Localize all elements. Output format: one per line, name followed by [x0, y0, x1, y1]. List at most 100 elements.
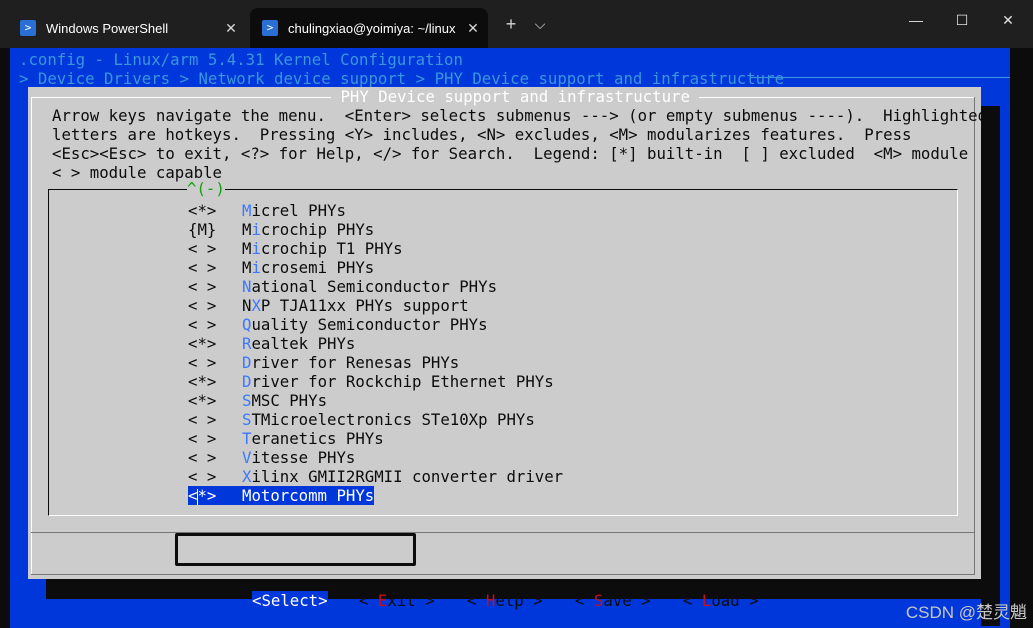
menu-item-label: SMSC PHYs [242, 391, 327, 410]
menu-item-text: uality Semiconductor PHYs [251, 315, 488, 334]
breadcrumb: > Device Drivers > Network device suppor… [19, 69, 794, 88]
dialog-border [31, 97, 331, 98]
menu-item-text: MSC PHYs [251, 391, 328, 410]
button-separator [31, 532, 975, 533]
menu-item[interactable]: < > National Semiconductor PHYs [188, 277, 497, 296]
menuconfig-dialog: PHY Device support and infrastructure Ar… [28, 87, 987, 610]
title-bar: > Windows PowerShell ✕ > chulingxiao@yoi… [0, 0, 1033, 48]
close-tab-icon[interactable]: ✕ [458, 20, 488, 37]
menu-item-state[interactable]: < > [188, 296, 242, 315]
menu-item-text: crochip T1 PHYs [260, 239, 403, 258]
menu-item-text: ilinx GMII2RGMII converter driver [251, 467, 564, 486]
menu-item-label: Driver for Rockchip Ethernet PHYs [242, 372, 554, 391]
menu-item-text: ealtek PHYs [251, 334, 356, 353]
menu-item-label: NXP TJA11xx PHYs support [242, 296, 469, 315]
menu-item-label: Quality Semiconductor PHYs [242, 315, 488, 334]
menu-item-text: P TJA11xx PHYs support [260, 296, 469, 315]
button-label: ave > [603, 591, 651, 610]
menu-item[interactable]: <*> Motorcomm PHYs [188, 486, 375, 505]
menu-item[interactable]: < > Xilinx GMII2RGMII converter driver [188, 467, 563, 486]
button-hotkey: S [261, 591, 271, 610]
dialog-border [31, 574, 975, 575]
window-edge [1010, 48, 1033, 628]
button-label: elp > [495, 591, 543, 610]
menu-item[interactable]: <*> Realtek PHYs [188, 334, 355, 353]
menu-item-hotkey: X [251, 296, 261, 315]
menu-item[interactable]: < > Quality Semiconductor PHYs [188, 315, 488, 334]
menu-item[interactable]: < > Teranetics PHYs [188, 429, 384, 448]
help-button[interactable]: < Help > [467, 591, 543, 610]
menu-item-state[interactable]: < > [188, 467, 242, 486]
menu-item-state[interactable]: < > [188, 410, 242, 429]
dialog-border [668, 97, 975, 98]
menu-item[interactable]: < > NXP TJA11xx PHYs support [188, 296, 469, 315]
menu-item-state[interactable]: < > [188, 429, 242, 448]
menu-item-state[interactable]: < > [188, 353, 242, 372]
button-label: oad > [711, 591, 759, 610]
menu-item-text: river for Rockchip Ethernet PHYs [251, 372, 554, 391]
menu-item[interactable]: <*> SMSC PHYs [188, 391, 327, 410]
menu-item-label: Microchip PHYs [242, 220, 374, 239]
menu-item-state[interactable]: < > [188, 277, 242, 296]
new-tab-button[interactable]: + [496, 8, 526, 40]
menu-item-state[interactable]: <*> [188, 486, 242, 505]
menu-item-label: Driver for Renesas PHYs [242, 353, 459, 372]
tab-dropdown-button[interactable]: ⌵ [528, 8, 552, 40]
menu-item-label: Xilinx GMII2RGMII converter driver [242, 467, 563, 486]
menu-item[interactable]: <*> Micrel PHYs [188, 201, 346, 220]
menu-item-text: ational Semiconductor PHYs [251, 277, 498, 296]
button-bracket: < [683, 591, 702, 610]
menu-item[interactable]: < > Microsemi PHYs [188, 258, 374, 277]
exit-button[interactable]: < Exit > [359, 591, 435, 610]
menu-item[interactable]: < > Driver for Renesas PHYs [188, 353, 459, 372]
annotation-highlight-box [175, 533, 416, 566]
scroll-up-indicator[interactable]: ^(-) [187, 179, 225, 198]
menu-item-hotkey: i [251, 239, 261, 258]
menu-item-state[interactable]: < > [188, 258, 242, 277]
config-title: .config - Linux/arm 5.4.31 Kernel Config… [19, 50, 463, 69]
dialog-shadow [981, 106, 1000, 626]
menu-item[interactable]: < > STMicroelectronics STe10Xp PHYs [188, 410, 535, 429]
watermark: CSDN @楚灵魈 [905, 603, 1027, 622]
minimize-button[interactable]: — [893, 0, 939, 40]
menu-item-text: itesse PHYs [251, 448, 356, 467]
menu-item-state[interactable]: <*> [188, 334, 242, 353]
menu-item-text: icrel PHYs [251, 201, 346, 220]
menu-item-state[interactable]: <*> [188, 201, 242, 220]
breadcrumb-rule [750, 77, 1010, 78]
load-button[interactable]: < Load > [683, 591, 759, 610]
menu-item[interactable]: < > Vitesse PHYs [188, 448, 355, 467]
menu-item-label: Motorcomm PHYs [242, 486, 375, 505]
menu-item-label: Micrel PHYs [242, 201, 346, 220]
menu-item-state[interactable]: <*> [188, 372, 242, 391]
menu-item[interactable]: <*> Driver for Rockchip Ethernet PHYs [188, 372, 554, 391]
button-label: elect> [270, 591, 328, 610]
menu-item-state[interactable]: < > [188, 315, 242, 334]
tab-ssh-session[interactable]: > chulingxiao@yoimiya: ~/linux ✕ [250, 8, 488, 48]
menu-item[interactable]: < > Microchip T1 PHYs [188, 239, 403, 258]
menu-item-label: Microsemi PHYs [242, 258, 374, 277]
menu-item-label: Realtek PHYs [242, 334, 355, 353]
dialog-title: PHY Device support and infrastructure [331, 87, 700, 106]
help-text-line: letters are hotkeys. Pressing <Y> includ… [52, 125, 912, 144]
select-button[interactable]: <Select> [252, 591, 328, 610]
menu-item-label: Teranetics PHYs [242, 429, 384, 448]
save-button[interactable]: < Save > [575, 591, 651, 610]
menu-item-state[interactable]: < > [188, 239, 242, 258]
close-window-button[interactable]: ✕ [985, 0, 1031, 40]
menu-item[interactable]: {M} Microchip PHYs [188, 220, 374, 239]
menu-item-hotkey: i [251, 220, 261, 239]
tab-windows-powershell[interactable]: > Windows PowerShell ✕ [8, 8, 246, 48]
button-bracket: < [359, 591, 378, 610]
menu-item-text: Motorcomm PHYs [242, 486, 375, 505]
menu-item-state[interactable]: {M} [188, 220, 242, 239]
close-tab-icon[interactable]: ✕ [216, 20, 246, 37]
button-bracket: < [575, 591, 594, 610]
terminal-area[interactable]: .config - Linux/arm 5.4.31 Kernel Config… [10, 48, 1010, 628]
tab-label: Windows PowerShell [46, 20, 169, 36]
maximize-button[interactable]: ☐ [939, 0, 985, 40]
menu-item-state[interactable]: <*> [188, 391, 242, 410]
tab-label: chulingxiao@yoimiya: ~/linux [288, 20, 456, 36]
menu-item-text: crosemi PHYs [260, 258, 375, 277]
menu-item-state[interactable]: < > [188, 448, 242, 467]
